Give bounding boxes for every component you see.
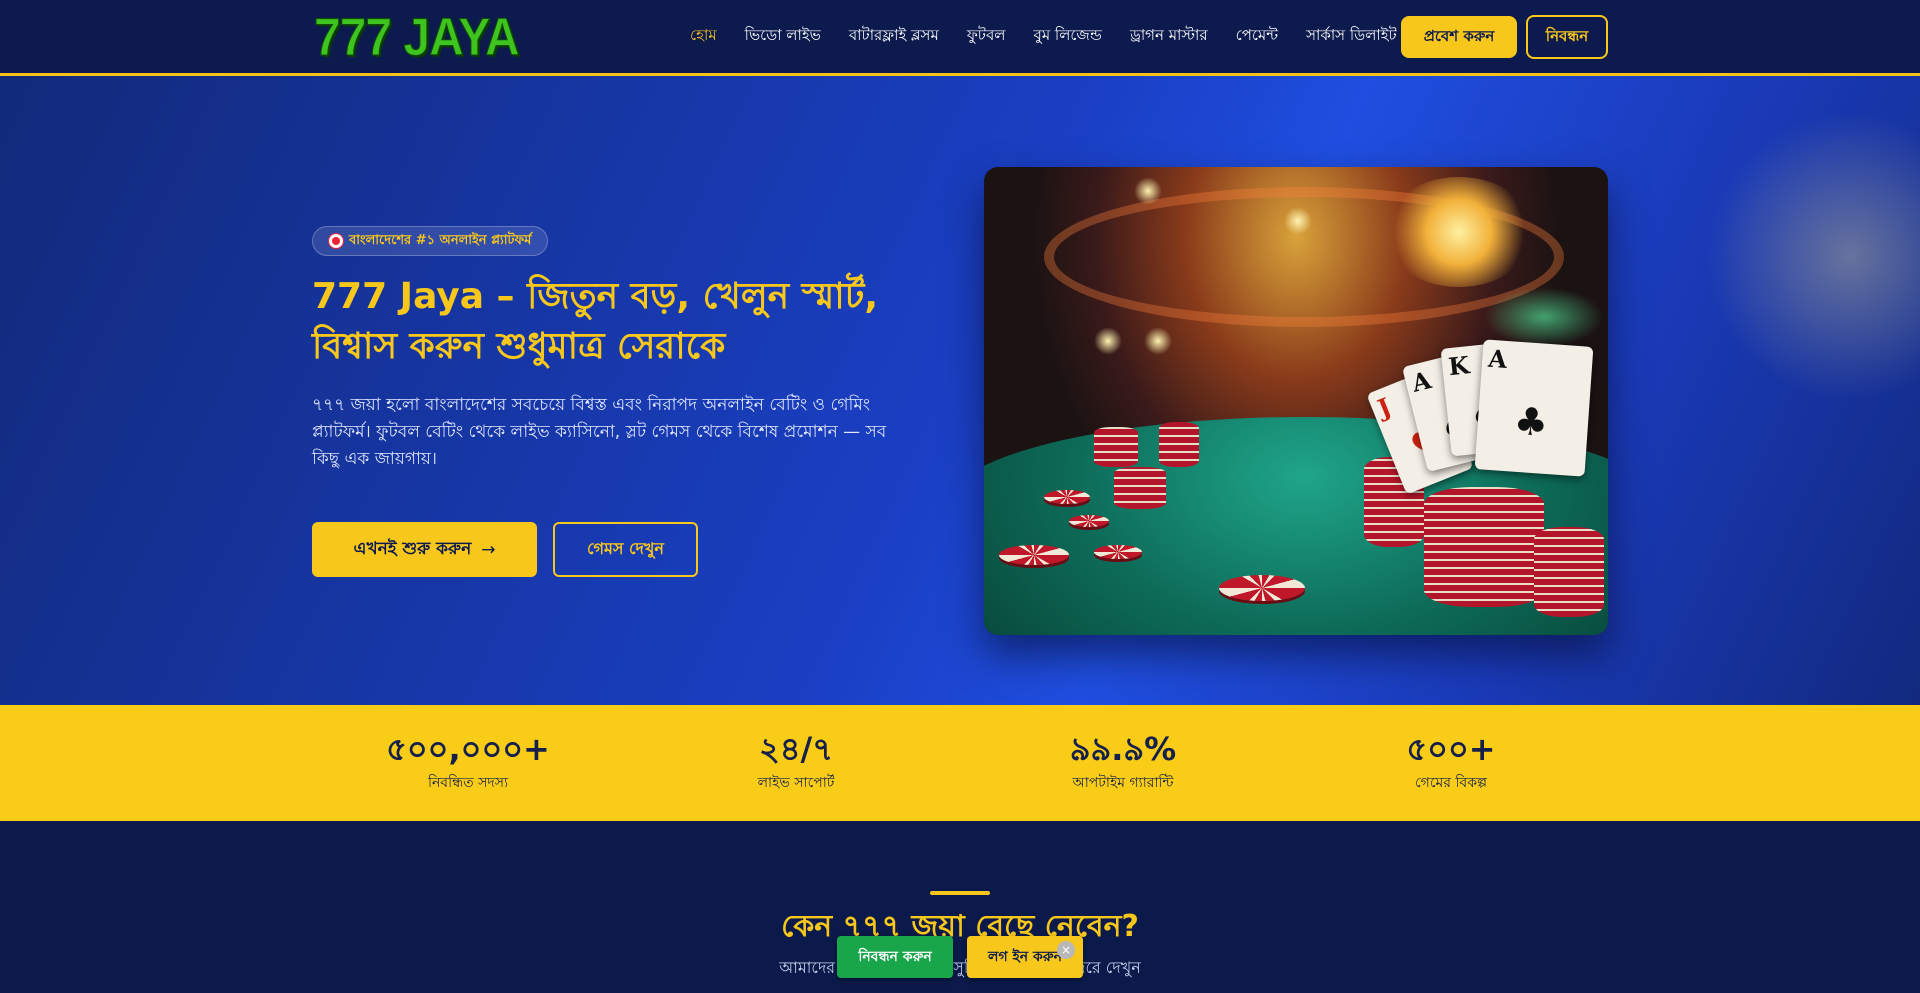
hero-section: বাংলাদেশের #১ অনলাইন প্ল্যাটফর্ম 777 Jay…: [0, 76, 1920, 705]
stat-uptime: ৯৯.৯% আপটাইম গ্যারান্টি: [1003, 729, 1243, 795]
nav-item-boom-legend[interactable]: বুম লিজেন্ড: [1033, 24, 1101, 49]
stat-label: নিবন্ধিত সদস্য: [427, 775, 509, 791]
register-button[interactable]: নিবন্ধন: [1526, 15, 1608, 59]
target-icon: [329, 234, 343, 248]
nav-item-video-live[interactable]: ভিডো লাইভ: [745, 24, 821, 49]
stat-value: ৯৯.৯%: [1069, 730, 1177, 768]
floating-register-button[interactable]: নিবন্ধন করুন: [837, 936, 953, 978]
chip-stack: [1534, 527, 1604, 617]
poker-chip: [1219, 575, 1305, 601]
poker-chip: [999, 545, 1069, 565]
stat-members: ৫০০,০০০+ নিবন্ধিত সদস্য: [348, 729, 588, 795]
why-section: কেন ৭৭৭ জয়া বেছে নেবেন? আমাদের প্ল্যাটফ…: [0, 821, 1920, 993]
start-now-button[interactable]: এখনই শুরু করুন →: [312, 522, 537, 577]
hero-title: 777 Jaya – জিতুন বড়, খেলুন স্মার্ট, বিশ…: [312, 276, 879, 367]
close-icon[interactable]: ×: [1057, 941, 1075, 959]
nav-item-home[interactable]: হোম: [690, 24, 717, 49]
view-games-button[interactable]: গেমস দেখুন: [553, 522, 698, 577]
section-divider: [930, 891, 990, 895]
why-subtitle: আমাদের প্ল্যাটফর্মের বিশেষ সুবিধাগুলো এক…: [779, 958, 1141, 977]
nav-item-circus-delight[interactable]: সার্কাস ডিলাইট: [1306, 24, 1397, 49]
login-button[interactable]: প্রবেশ করুন: [1401, 16, 1517, 58]
arrow-right-icon: →: [481, 539, 496, 560]
ceiling-light: [1134, 177, 1162, 205]
why-title: কেন ৭৭৭ জয়া বেছে নেবেন?: [781, 909, 1139, 944]
nav-item-football[interactable]: ফুটবল: [967, 24, 1006, 49]
ceiling-light: [1284, 207, 1312, 235]
chip-stack: [1114, 467, 1166, 509]
main-nav: হোম ভিডো লাইভ বাটারফ্লাই ব্লসম ফুটবল বুম…: [690, 0, 1425, 73]
chandelier-light: [1384, 177, 1534, 287]
stat-value: ৫০০+: [1406, 730, 1496, 768]
hero-description: ৭৭৭ জয়া হলো বাংলাদেশের সবচেয়ে বিশ্বস্ত…: [312, 395, 887, 469]
ceiling-light: [1094, 327, 1122, 355]
nav-item-payment[interactable]: পেমেন্ট: [1236, 24, 1278, 49]
chip-stack: [1159, 422, 1199, 467]
badge-text: বাংলাদেশের #১ অনলাইন প্ল্যাটফর্ম: [349, 232, 532, 248]
stats-strip: ৫০০,০০০+ নিবন্ধিত সদস্য ২৪/৭ লাইভ সাপোর্…: [0, 705, 1920, 821]
stat-value: ২৪/৭: [758, 730, 834, 768]
playing-card: A ♣: [1474, 339, 1594, 477]
stat-support: ২৪/৭ লাইভ সাপোর্ট: [676, 729, 916, 795]
poker-chip: [1094, 545, 1142, 559]
stat-label: গেমের বিকল্প: [1415, 775, 1487, 791]
green-glow: [1484, 287, 1604, 347]
ceiling-light: [1144, 327, 1172, 355]
stat-games: ৫০০+ গেমের বিকল্প: [1331, 729, 1571, 795]
chip-stack: [1094, 427, 1138, 467]
start-now-label: এখনই শুরু করুন: [353, 538, 472, 559]
poker-chip: [1069, 515, 1109, 527]
nav-item-butterfly-blossom[interactable]: বাটারফ্লাই ব্লসম: [849, 24, 939, 49]
platform-badge: বাংলাদেশের #১ অনলাইন প্ল্যাটফর্ম: [312, 226, 549, 256]
casino-table-image: J♥ A♠ K♠ A♣: [984, 167, 1608, 635]
poker-chip: [1044, 490, 1090, 504]
nav-item-dragon-master[interactable]: ড্রাগন মাস্টার: [1130, 24, 1208, 49]
hero-glow: [1700, 116, 1920, 396]
site-header: 777 JAYA হোম ভিডো লাইভ বাটারফ্লাই ব্লসম …: [0, 0, 1920, 76]
stat-label: লাইভ সাপোর্ট: [757, 775, 835, 791]
chip-stack: [1424, 487, 1544, 607]
site-logo[interactable]: 777 JAYA: [314, 11, 521, 67]
stat-label: আপটাইম গ্যারান্টি: [1072, 775, 1174, 791]
stat-value: ৫০০,০০০+: [386, 730, 550, 768]
